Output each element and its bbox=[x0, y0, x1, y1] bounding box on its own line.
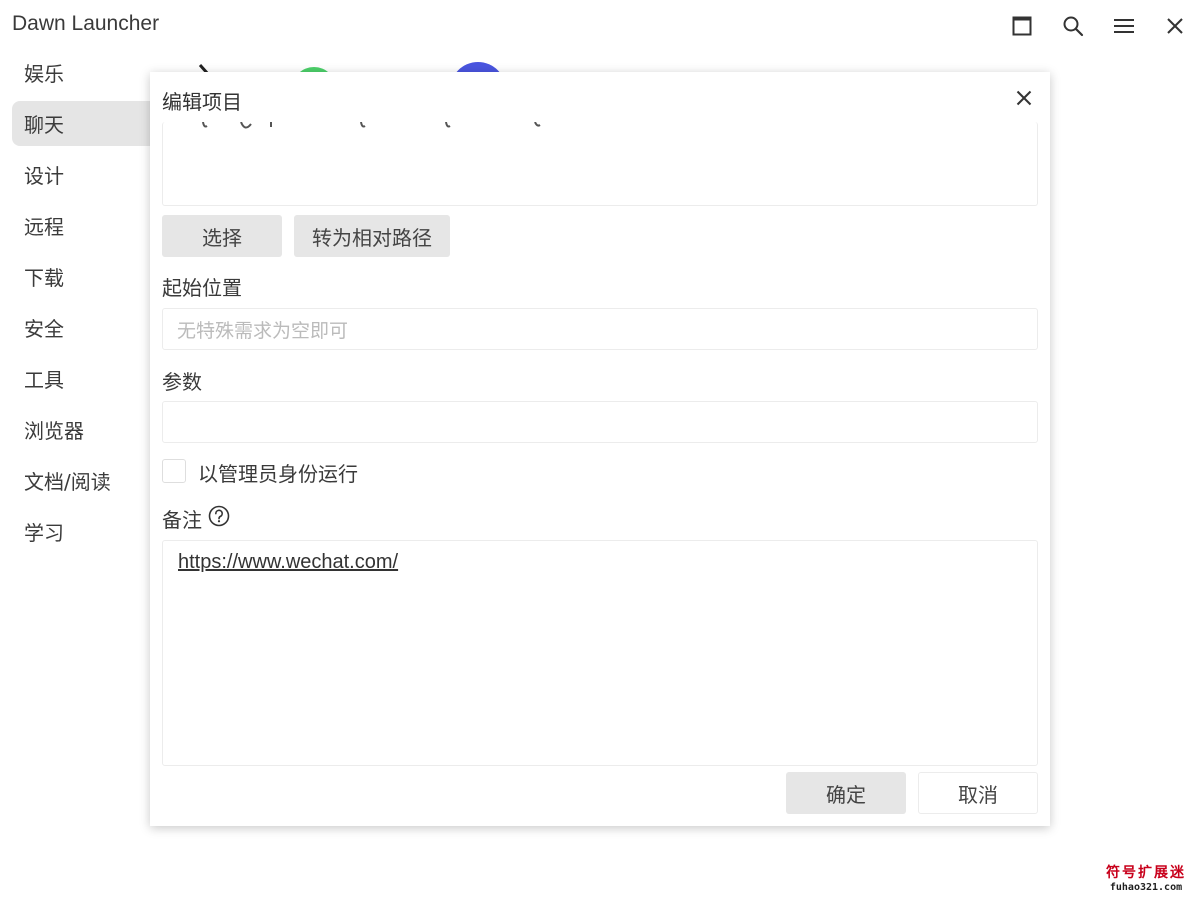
category-sidebar: 娱乐 聊天 设计 远程 下载 安全 工具 浏览器 文档/阅读 学习 bbox=[12, 50, 172, 560]
help-icon[interactable] bbox=[208, 505, 230, 527]
params-label: 参数 bbox=[162, 370, 202, 394]
sidebar-item-entertainment[interactable]: 娱乐 bbox=[12, 50, 172, 95]
title-bar-buttons bbox=[996, 0, 1200, 52]
sidebar-item-design[interactable]: 设计 bbox=[12, 152, 172, 197]
note-textarea[interactable]: https://www.wechat.com/ bbox=[162, 540, 1038, 766]
dialog-title: 编辑项目 bbox=[162, 90, 242, 114]
select-button[interactable]: 选择 bbox=[162, 215, 282, 257]
note-link[interactable]: https://www.wechat.com/ bbox=[178, 551, 398, 573]
params-input[interactable] bbox=[162, 401, 1038, 443]
sidebar-item-browser[interactable]: 浏览器 bbox=[12, 407, 172, 452]
sidebar-item-study[interactable]: 学习 bbox=[12, 509, 172, 554]
clipped-path-text bbox=[202, 122, 541, 129]
start-location-placeholder: 无特殊需求为空即可 bbox=[177, 319, 349, 342]
sidebar-item-download[interactable]: 下载 bbox=[12, 254, 172, 299]
maximize-icon bbox=[1012, 16, 1031, 36]
app-title: Dawn Launcher bbox=[12, 12, 160, 35]
sidebar-item-tools[interactable]: 工具 bbox=[12, 356, 172, 401]
ok-button[interactable]: 确定 bbox=[786, 772, 906, 814]
close-icon bbox=[1016, 90, 1032, 106]
note-label: 备注 bbox=[162, 508, 202, 532]
run-as-admin-label: 以管理员身份运行 bbox=[198, 462, 358, 486]
menu-button[interactable] bbox=[1098, 0, 1149, 52]
search-button[interactable] bbox=[1047, 0, 1098, 52]
sidebar-item-documents[interactable]: 文档/阅读 bbox=[12, 458, 172, 503]
menu-icon bbox=[1113, 19, 1134, 33]
sidebar-item-security[interactable]: 安全 bbox=[12, 305, 172, 350]
watermark: 符号扩展迷 fuhao321.com bbox=[1100, 862, 1192, 893]
watermark-en: fuhao321.com bbox=[1109, 882, 1183, 893]
relative-path-button[interactable]: 转为相对路径 bbox=[294, 215, 450, 257]
close-icon bbox=[1166, 18, 1183, 34]
watermark-cn: 符号扩展迷 bbox=[1106, 865, 1186, 881]
run-as-admin-checkbox[interactable] bbox=[162, 459, 186, 483]
window-close-button[interactable] bbox=[1149, 0, 1200, 52]
edit-item-dialog: 编辑项目 选择 转为相对路径 起始位置 无特殊需求为空即可 参数 以管理员身份运… bbox=[150, 72, 1050, 826]
start-location-input[interactable]: 无特殊需求为空即可 bbox=[162, 308, 1038, 350]
dialog-close-button[interactable] bbox=[1012, 86, 1036, 110]
sidebar-item-chat[interactable]: 聊天 bbox=[12, 101, 172, 146]
start-location-label: 起始位置 bbox=[162, 276, 242, 300]
maximize-button[interactable] bbox=[996, 0, 1047, 52]
search-icon bbox=[1063, 16, 1083, 37]
cancel-button[interactable]: 取消 bbox=[918, 772, 1038, 814]
target-path-textarea[interactable] bbox=[162, 122, 1038, 206]
sidebar-item-remote[interactable]: 远程 bbox=[12, 203, 172, 248]
